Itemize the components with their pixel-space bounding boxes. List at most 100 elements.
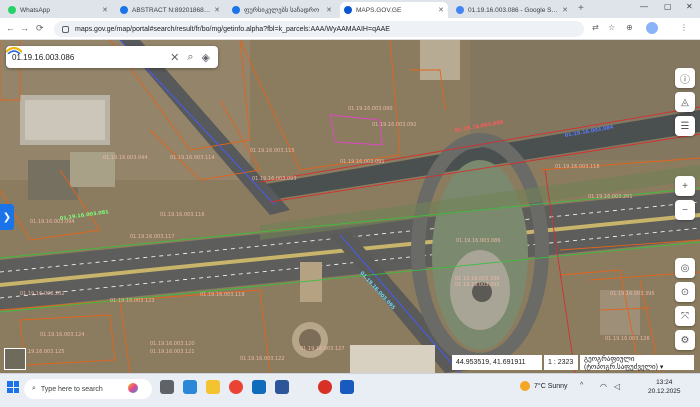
address-toolbar: ← → ⟳ maps.gov.ge/map/portal#search/resu… xyxy=(0,18,700,40)
tab-title: WhatsApp xyxy=(20,6,50,14)
coordinate-readout: 44.953519, 41.691911 xyxy=(452,355,542,370)
minimize-button[interactable]: — xyxy=(640,2,648,11)
tab-close-icon[interactable]: ✕ xyxy=(562,6,568,14)
locate-icon[interactable]: ◎ xyxy=(675,258,695,278)
windows-start-icon[interactable] xyxy=(7,381,19,393)
basemap-select[interactable]: გეოგრაფიული (ტოპოგრ.საფუძველი) ▾ xyxy=(580,355,694,371)
tab-strip: WhatsApp ✕ ABSTRACT N:892018688021 ✕ ფურ… xyxy=(0,0,700,18)
tab-google-search[interactable]: 01.19.16.003.086 - Google Search ✕ xyxy=(452,2,572,18)
translate-icon[interactable]: ⇄ xyxy=(592,23,599,32)
parcel-label: 01.19.16.003.090 xyxy=(348,106,393,112)
task-view-icon[interactable] xyxy=(160,380,174,394)
parcel-label: 01.19.16.003.127 xyxy=(300,346,345,352)
parcel-label: 01.19.16.003.120 xyxy=(150,341,195,347)
chrome-icon[interactable] xyxy=(229,380,243,394)
scale-text: 1 : 2323 xyxy=(548,359,574,366)
volume-icon[interactable]: ◁ xyxy=(614,382,620,391)
google-icon xyxy=(456,6,464,14)
weather-widget[interactable]: 7°C Sunny xyxy=(520,381,568,391)
target-icon[interactable]: ⊙ xyxy=(675,282,695,302)
tray-chevron-icon[interactable]: ^ xyxy=(580,382,583,389)
edge-icon[interactable] xyxy=(183,380,197,394)
basemap-thumbnail[interactable] xyxy=(4,348,26,370)
tab-close-icon[interactable]: ✕ xyxy=(438,6,444,14)
coordinates-text: 44.953519, 41.691911 xyxy=(456,359,526,366)
zoom-in-button[interactable]: + xyxy=(675,176,695,196)
bookmark-star-icon[interactable]: ☆ xyxy=(608,23,615,32)
whatsapp-icon xyxy=(8,6,16,14)
map-canvas[interactable]: 01.19.16.003.044 01.19.16.003.114 01.19.… xyxy=(0,40,700,373)
maps-favicon-icon xyxy=(344,6,352,14)
url-bar[interactable]: maps.gov.ge/map/portal#search/result/fr/… xyxy=(54,21,584,37)
windows-taskbar: ⌕ Type here to search 7°C Sunny ^ ◠ ◁ 13… xyxy=(0,373,700,407)
parcel-label: 01.19.16.003.086 xyxy=(456,238,501,244)
info-icon[interactable]: ⓘ xyxy=(675,68,695,88)
clear-search-icon[interactable]: ✕ xyxy=(170,51,179,64)
layers-icon[interactable]: ◈ xyxy=(202,51,210,64)
tab-whatsapp[interactable]: WhatsApp ✕ xyxy=(4,2,112,18)
word-icon[interactable] xyxy=(275,380,289,394)
search-icon[interactable]: ⌕ xyxy=(187,51,193,64)
zoom-out-button[interactable]: − xyxy=(675,200,695,220)
tab-maps-gov-ge[interactable]: MAPS.GOV.GE ✕ xyxy=(340,2,448,18)
parcel-label: 01.19.16.003.123 xyxy=(110,298,155,304)
parcel-label: 01.19.16.003.126 xyxy=(605,336,650,342)
tab-title: ფურსიკელებს საჩადრო xyxy=(244,7,320,14)
file-explorer-icon[interactable] xyxy=(206,380,220,394)
parcel-label: 01.19.16.003.121 xyxy=(150,349,195,355)
screen-recorder-icon[interactable] xyxy=(318,380,332,394)
network-icon[interactable]: ◠ xyxy=(600,382,607,391)
tab-close-icon[interactable]: ✕ xyxy=(102,6,108,14)
settings-gear-icon[interactable]: ⚙ xyxy=(675,330,695,350)
tab-georgian[interactable]: ფურსიკელებს საჩადრო ✕ xyxy=(228,2,336,18)
site-info-icon[interactable] xyxy=(62,25,69,33)
parcel-search-box[interactable]: 01.19.16.003.086 ✕ ⌕ ◈ xyxy=(6,46,218,68)
parcel-label: 01.19.16.003.117 xyxy=(130,234,175,240)
satellite-map: 01.19.16.003.044 01.19.16.003.114 01.19.… xyxy=(0,40,700,373)
mail-icon[interactable] xyxy=(252,380,266,394)
tab-title: ABSTRACT N:892018688021 xyxy=(132,6,212,14)
parcel-label: 01.19.16.003.118 xyxy=(555,164,600,170)
compass-icon[interactable]: ◬ xyxy=(675,92,695,112)
copilot-icon[interactable] xyxy=(128,383,138,393)
tab-title: 01.19.16.003.086 - Google Search xyxy=(468,6,560,14)
parcel-label: 01.19.16.003.091 xyxy=(340,159,385,165)
basemap-select-value: გეოგრაფიული (ტოპოგრ.საფუძველი) ▾ xyxy=(584,355,664,371)
parcel-label: 01.19.16.003.122 xyxy=(240,356,285,362)
parcel-label: 01.19.16.003.116 xyxy=(160,212,205,218)
scale-readout: 1 : 2323 xyxy=(544,355,578,370)
parcel-label: 01.19.16.003.395 xyxy=(610,291,655,297)
url-text: maps.gov.ge/map/portal#search/result/fr/… xyxy=(75,25,390,33)
parcel-label: 01.19.16.003.201 xyxy=(588,194,633,200)
tab-close-icon[interactable]: ✕ xyxy=(214,6,220,14)
parcel-label: 01.19.16.003.092 xyxy=(372,122,417,128)
parcel-label: 01.19.16.003.119 xyxy=(200,292,245,298)
close-button[interactable]: ✕ xyxy=(686,2,693,11)
forward-button[interactable]: → xyxy=(20,23,29,33)
parcel-label: 01.19.16.003.202 xyxy=(20,291,65,297)
parcel-label: 01.19.16.003.115 xyxy=(250,148,295,154)
extensions-icon[interactable]: ⊕ xyxy=(626,23,633,32)
tab-abstract[interactable]: ABSTRACT N:892018688021 ✕ xyxy=(116,2,224,18)
maximize-button[interactable]: ▢ xyxy=(664,2,672,11)
search-icon: ⌕ xyxy=(32,385,36,392)
taskbar-search-placeholder: Type here to search xyxy=(40,385,103,393)
new-tab-button[interactable]: + xyxy=(578,3,584,14)
page-favicon-icon xyxy=(232,6,240,14)
system-clock[interactable]: 13:24 20.12.2025 xyxy=(648,378,681,396)
list-icon[interactable]: ☰ xyxy=(675,116,695,136)
word-2-icon[interactable] xyxy=(340,380,354,394)
menu-kebab-icon[interactable]: ⋮ xyxy=(680,23,688,32)
tab-close-icon[interactable]: ✕ xyxy=(326,6,332,14)
share-icon[interactable]: ⤧ xyxy=(675,306,695,326)
parcel-label: 01.19.16.003.124 xyxy=(40,332,85,338)
parcel-label: 01.19.16.003.391 xyxy=(455,282,500,288)
weather-text: 7°C Sunny xyxy=(534,382,568,390)
left-panel-toggle[interactable]: ❯ xyxy=(0,204,14,230)
back-button[interactable]: ← xyxy=(6,23,15,33)
search-input[interactable]: 01.19.16.003.086 xyxy=(12,53,170,62)
reload-button[interactable]: ⟳ xyxy=(36,23,44,34)
parcel-label: 01.19.16.003.114 xyxy=(170,155,215,161)
profile-avatar[interactable] xyxy=(646,22,658,34)
page-favicon-icon xyxy=(120,6,128,14)
